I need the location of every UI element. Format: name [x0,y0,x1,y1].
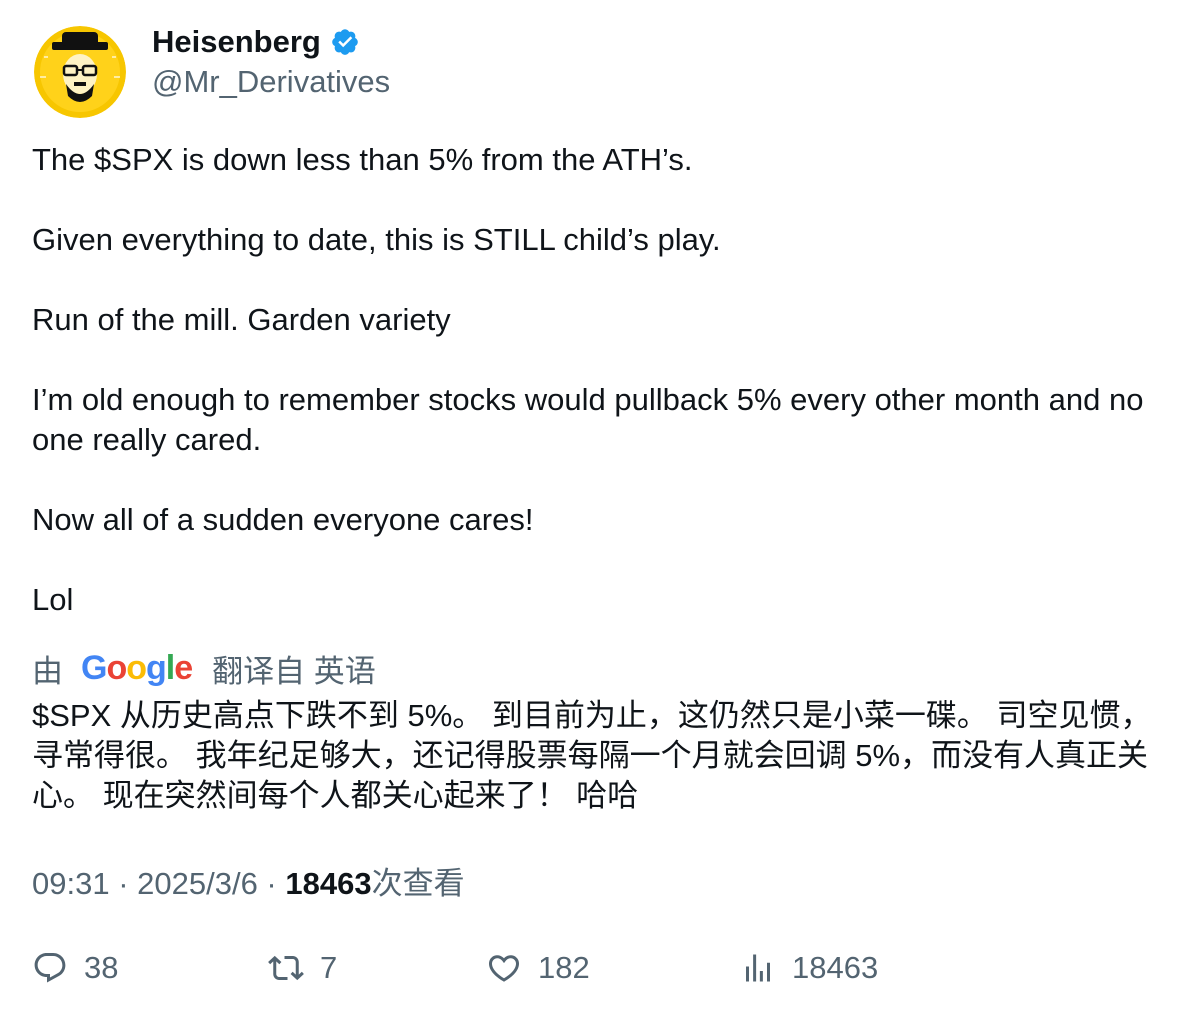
retweet-count: 7 [320,950,338,985]
views-count-action: 18463 [792,950,879,985]
reply-icon [34,953,66,983]
action-bar: 38 7 182 18463 [32,950,1162,994]
reply-button[interactable]: 38 [32,950,118,986]
translation-suffix: 翻译自 英语 [212,653,376,689]
tweet-paragraph: Now all of a sudden everyone cares! [32,502,534,537]
avatar[interactable] [34,26,126,118]
reply-count: 38 [84,950,119,985]
views-button[interactable]: 18463 [740,950,878,986]
translation-attribution[interactable]: 由 Google 翻译自 英语 [32,646,376,690]
tweet-paragraph: Lol [32,582,74,617]
tweet-meta: 09:31 · 2025/3/6 · 18463次查看 [32,864,465,904]
heisenberg-avatar-icon [34,26,126,118]
tweet-time[interactable]: 09:31 [32,866,110,901]
tweet-paragraph: I’m old enough to remember stocks would … [32,382,1144,457]
views-count: 18463 [285,866,372,901]
author-display-name[interactable]: Heisenberg [152,22,321,62]
like-count: 182 [538,950,590,985]
verified-badge-icon[interactable] [330,27,360,57]
meta-separator: · [109,866,138,901]
author-name-row: Heisenberg [152,22,360,62]
translation-prefix: 由 [32,653,63,689]
tweet-paragraph: Given everything to date, this is STILL … [32,222,721,257]
tweet-date[interactable]: 2025/3/6 [137,866,258,901]
meta-separator: · [257,866,286,901]
analytics-icon [746,954,770,982]
like-button[interactable]: 182 [486,950,590,986]
retweet-icon [268,955,304,981]
tweet-text: The $SPX is down less than 5% from the A… [32,140,1172,620]
tweet-paragraph: The $SPX is down less than 5% from the A… [32,142,693,177]
tweet-paragraph: Run of the mill. Garden variety [32,302,451,337]
views-label: 次查看 [371,866,465,901]
heart-icon [488,955,520,982]
google-logo: Google [81,648,193,687]
retweet-button[interactable]: 7 [268,950,337,986]
author-handle[interactable]: @Mr_Derivatives [152,62,390,102]
translated-text: $SPX 从历史高点下跌不到 5%。 到目前为止，这仍然只是小菜一碟。 司空见惯… [32,698,1152,813]
